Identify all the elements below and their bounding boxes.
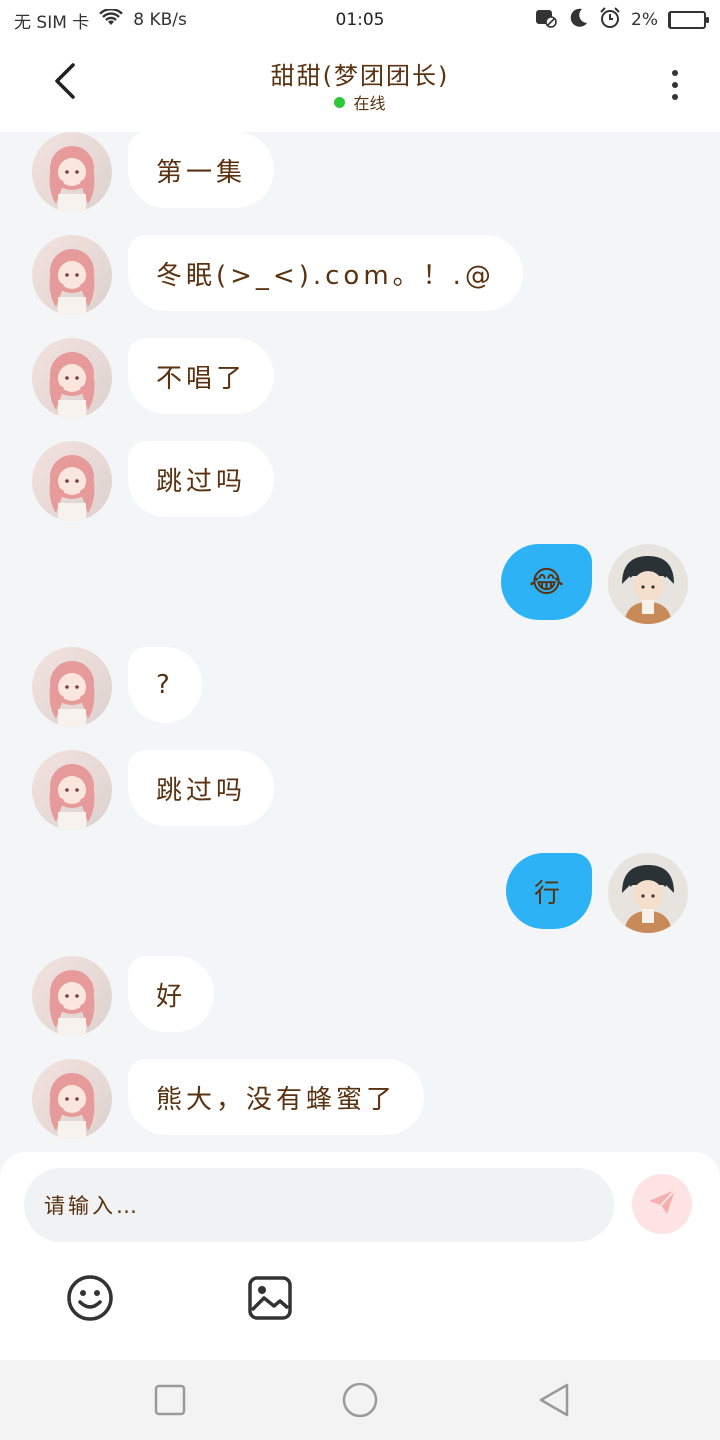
recent-apps-button[interactable] — [150, 1380, 190, 1420]
square-icon — [150, 1384, 190, 1424]
outgoing-message: 😂 — [0, 544, 720, 624]
message-list[interactable]: 第一集冬眠(>_<).com。！.@ 不唱了跳过吗 😂? 跳过吗行好熊大，没有蜂蜜了 — [0, 132, 720, 1152]
nav-back-button[interactable] — [534, 1380, 574, 1420]
incoming-message: 第一集 — [0, 132, 720, 212]
more-dot — [672, 94, 678, 100]
contact-avatar[interactable] — [32, 132, 112, 212]
emoji-button[interactable] — [66, 1274, 114, 1322]
home-button[interactable] — [340, 1380, 380, 1420]
triangle-back-icon — [534, 1383, 574, 1424]
message-bubble[interactable]: 第一集 — [128, 132, 275, 208]
message-bubble[interactable]: 不唱了 — [128, 338, 275, 414]
my-avatar[interactable] — [608, 853, 688, 933]
contact-avatar[interactable] — [32, 441, 112, 521]
message-bubble[interactable]: 行 — [505, 853, 592, 929]
incoming-message: 不唱了 — [0, 338, 720, 418]
chat-header: 甜甜(梦团团长) 在线 — [0, 40, 720, 132]
status-left: 无 SIM 卡 8 KB/s — [14, 7, 535, 33]
incoming-message: 熊大，没有蜂蜜了 — [0, 1059, 720, 1139]
battery-percent: 2% — [631, 10, 658, 30]
alarm-icon — [599, 6, 621, 34]
input-panel: 请输入… — [0, 1152, 720, 1360]
message-bubble[interactable]: 好 — [128, 956, 215, 1032]
contact-avatar[interactable] — [32, 338, 112, 418]
message-bubble[interactable]: 熊大，没有蜂蜜了 — [128, 1059, 425, 1135]
incoming-message: 跳过吗 — [0, 441, 720, 521]
send-icon — [646, 1186, 678, 1222]
circle-icon — [340, 1382, 380, 1424]
battery-icon — [668, 11, 709, 29]
incoming-message: 跳过吗 — [0, 750, 720, 830]
image-button[interactable] — [246, 1274, 294, 1322]
incoming-message: 好 — [0, 956, 720, 1036]
more-dot — [672, 82, 678, 88]
emoji-icon — [66, 1275, 114, 1326]
message-bubble[interactable]: 跳过吗 — [128, 441, 275, 517]
contact-avatar[interactable] — [32, 235, 112, 315]
system-nav-bar — [0, 1360, 720, 1440]
contact-status: 在线 — [0, 90, 720, 114]
wifi-icon — [99, 7, 124, 32]
image-icon — [246, 1276, 294, 1326]
message-input[interactable]: 请输入… — [24, 1168, 614, 1242]
battery-level — [670, 13, 672, 27]
notification-icon — [535, 8, 557, 33]
contact-avatar[interactable] — [32, 750, 112, 830]
incoming-message: 冬眠(>_<).com。！.@ — [0, 235, 720, 315]
moon-icon — [567, 7, 589, 34]
message-bubble[interactable]: ? — [128, 647, 202, 723]
message-bubble[interactable]: 冬眠(>_<).com。！.@ — [128, 235, 523, 311]
contact-avatar[interactable] — [32, 1059, 112, 1139]
status-bar: 无 SIM 卡 8 KB/s 01:05 2% — [0, 0, 720, 40]
message-bubble[interactable]: 跳过吗 — [128, 750, 275, 826]
send-button[interactable] — [632, 1174, 692, 1234]
my-avatar[interactable] — [608, 544, 688, 624]
incoming-message: ? — [0, 647, 720, 727]
outgoing-message: 行 — [0, 853, 720, 933]
status-label: 在线 — [353, 94, 386, 113]
message-bubble[interactable]: 😂 — [500, 544, 592, 620]
status-right: 2% — [535, 6, 709, 34]
more-dot — [672, 70, 678, 76]
more-options-button[interactable] — [660, 60, 690, 110]
contact-avatar[interactable] — [32, 956, 112, 1036]
carrier-text: 无 SIM 卡 — [14, 12, 90, 33]
network-speed: 8 KB/s — [133, 10, 187, 30]
contact-avatar[interactable] — [32, 647, 112, 727]
input-placeholder: 请输入… — [44, 1194, 140, 1218]
contact-name: 甜甜(梦团团长) — [270, 62, 450, 90]
online-dot-icon — [334, 96, 346, 108]
